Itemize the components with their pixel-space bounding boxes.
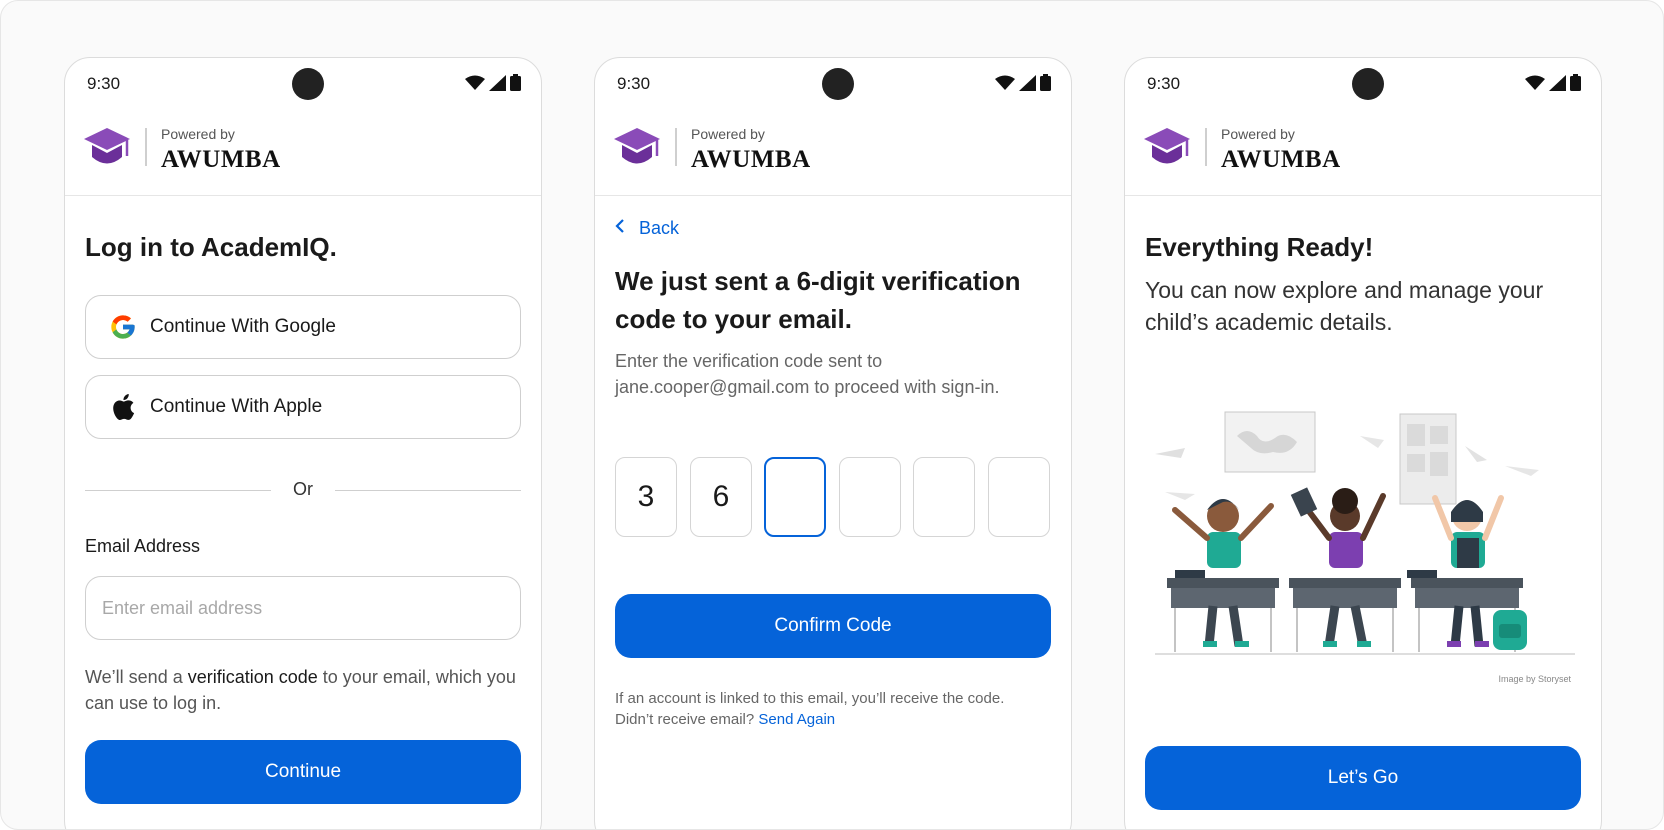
apple-button-label: Continue With Apple [150,396,323,417]
brand-header: Powered by AWUMBA [65,112,541,196]
status-bar: 9:30 [65,58,541,112]
chevron-left-icon [615,219,625,238]
code-digit-6[interactable] [988,457,1050,537]
google-button-label: Continue With Google [150,316,336,337]
back-button[interactable]: Back [615,218,679,239]
status-time: 9:30 [1147,74,1181,93]
battery-icon [510,74,521,91]
signal-icon [1549,74,1566,91]
brand-divider [675,128,677,166]
continue-button[interactable]: Continue [85,740,521,804]
google-icon [108,312,138,342]
continue-apple-button[interactable]: Continue With Apple [85,375,521,439]
image-credit: Image by Storyset [1498,674,1571,684]
battery-icon [1570,74,1581,91]
awumba-logo: AWUMBA [161,146,281,173]
signal-icon [1019,74,1036,91]
code-digit-5[interactable] [913,457,975,537]
camera-cutout [1352,68,1384,100]
graduation-cap-icon [1144,128,1190,168]
page-title: Everything Ready! [1145,232,1374,262]
apple-icon [108,392,138,422]
brand-header: Powered by AWUMBA [595,112,1071,196]
brand-divider [145,128,147,166]
code-digit-2[interactable]: 6 [690,457,752,537]
confirm-code-button[interactable]: Confirm Code [615,594,1051,658]
brand-header: Powered by AWUMBA [1125,112,1601,196]
status-bar: 9:30 [595,58,1071,112]
powered-by-label: Powered by [1221,126,1295,142]
email-label: Email Address [85,536,201,556]
lets-go-button[interactable]: Let’s Go [1145,746,1581,810]
ready-screen: 9:30 Powered by AWUMBA Everything Ready!… [1124,57,1602,829]
camera-cutout [822,68,854,100]
awumba-logo: AWUMBA [1221,146,1341,173]
wifi-icon [995,75,1015,90]
continue-google-button[interactable]: Continue With Google [85,295,521,359]
classroom-illustration [1155,411,1575,655]
graduation-cap-icon [614,128,660,168]
battery-icon [1040,74,1051,91]
page-title: We just sent a 6-digit verification code… [615,266,1021,334]
verify-footnote: If an account is linked to this email, y… [615,690,1005,728]
powered-by-label: Powered by [161,126,235,142]
awumba-logo: AWUMBA [691,146,811,173]
graduation-cap-icon [84,128,130,168]
canvas: 9:30 Powered by AWUMBA Log in to AcademI… [0,0,1664,830]
back-label: Back [639,218,680,238]
camera-cutout [292,68,324,100]
signal-icon [489,74,506,91]
status-time: 9:30 [87,74,121,93]
status-time: 9:30 [617,74,651,93]
verify-screen: 9:30 Powered by AWUMBA Back We just sent… [594,57,1072,829]
send-again-link[interactable]: Send Again [758,711,835,728]
code-digit-1[interactable]: 3 [615,457,677,537]
code-digit-3[interactable] [764,457,826,537]
login-screen: 9:30 Powered by AWUMBA Log in to AcademI… [64,57,542,829]
wifi-icon [465,75,485,90]
email-field[interactable] [85,576,521,640]
page-title: Log in to AcademIQ. [85,232,337,262]
code-digit-4[interactable] [839,457,901,537]
or-divider: Or [85,479,521,501]
brand-divider [1205,128,1207,166]
verify-subtitle: Enter the verification code sent to jane… [615,351,1000,397]
powered-by-label: Powered by [691,126,765,142]
email-helper-text: We’ll send a verification code to your e… [85,667,516,713]
status-bar: 9:30 [1125,58,1601,112]
ready-subtitle: You can now explore and manage your chil… [1145,277,1544,335]
wifi-icon [1525,75,1545,90]
